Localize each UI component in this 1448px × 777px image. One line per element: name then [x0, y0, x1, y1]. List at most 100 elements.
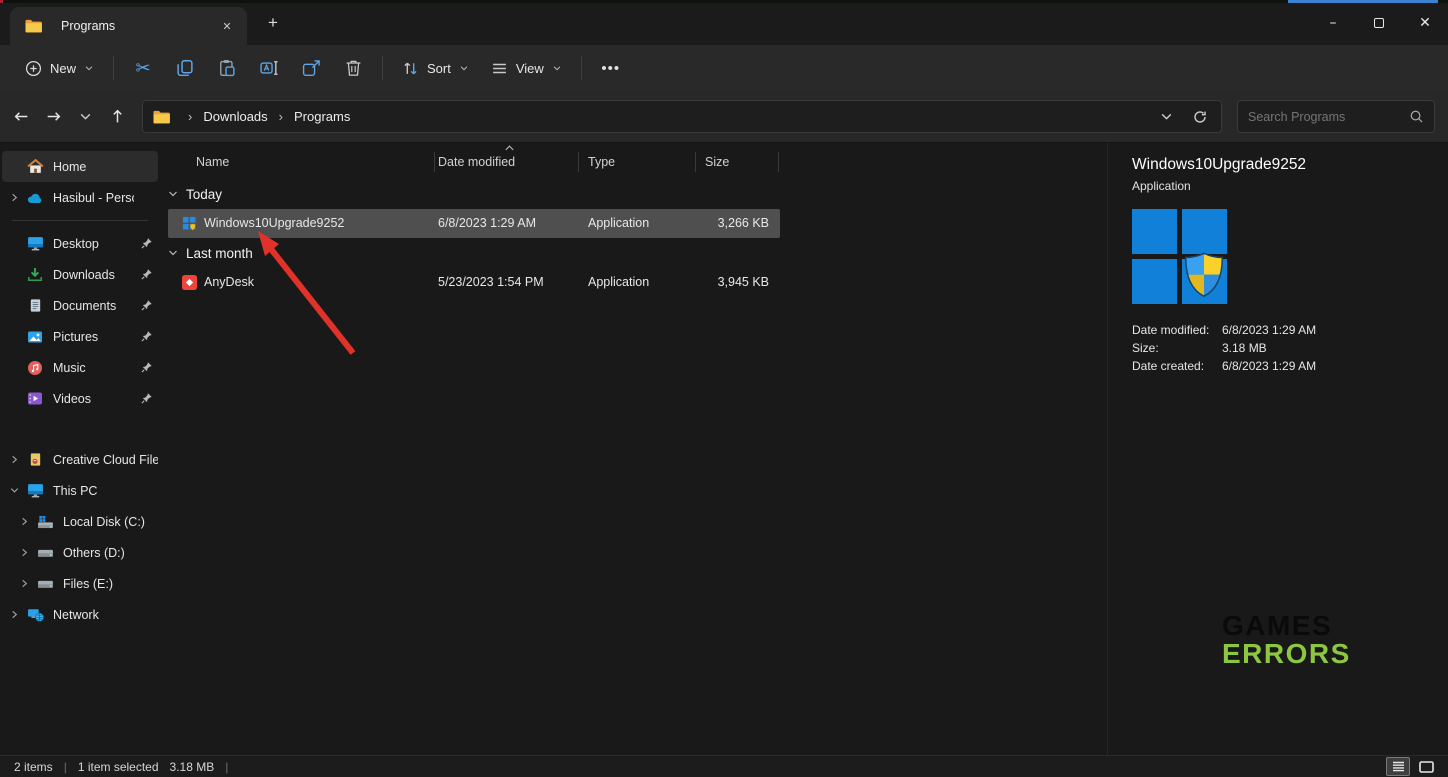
sidebar-item-this-pc[interactable]: This PC	[2, 475, 158, 506]
file-name: AnyDesk	[204, 275, 254, 289]
documents-icon	[26, 298, 44, 313]
chevron-right-icon[interactable]	[12, 578, 36, 589]
sort-button[interactable]: Sort	[391, 51, 480, 85]
field-label: Date modified:	[1132, 321, 1222, 339]
chevron-down-icon	[167, 247, 179, 259]
chevron-down-icon	[84, 63, 94, 73]
breadcrumb-programs[interactable]: Programs	[292, 109, 352, 124]
chevron-right-icon[interactable]	[2, 454, 26, 465]
up-button[interactable]	[102, 101, 133, 132]
toolbar-separator	[581, 56, 582, 80]
sidebar-item-label: Network	[53, 608, 158, 622]
maximize-icon	[1374, 18, 1384, 28]
watermark-line2: ERRORS	[1222, 640, 1351, 668]
up-arrow-icon	[109, 108, 126, 125]
refresh-button[interactable]	[1188, 109, 1212, 125]
breadcrumb-separator: ›	[277, 109, 285, 124]
file-row-anydesk[interactable]: AnyDesk 5/23/2023 1:54 PM Application 3,…	[168, 268, 780, 297]
sidebar-item-onedrive[interactable]: Hasibul - Personal	[2, 182, 158, 213]
chevron-right-icon[interactable]	[12, 516, 36, 527]
chevron-down-icon	[1160, 110, 1173, 123]
breadcrumb-downloads[interactable]: Downloads	[201, 109, 269, 124]
rename-button[interactable]	[248, 51, 290, 85]
tab-programs[interactable]: Programs ✕	[10, 7, 247, 45]
sidebar-item-downloads[interactable]: Downloads	[2, 259, 158, 290]
file-explorer-window: Programs ✕ + – ✕ New ✂	[0, 0, 1448, 777]
sidebar-item-music[interactable]: Music	[2, 352, 158, 383]
cut-button[interactable]: ✂	[122, 51, 164, 85]
maximize-button[interactable]	[1356, 0, 1402, 45]
column-size[interactable]: Size	[705, 155, 729, 169]
column-name[interactable]: Name	[196, 155, 229, 169]
nav-buttons	[6, 101, 133, 132]
status-separator: |	[225, 760, 228, 774]
sidebar-item-label: Downloads	[53, 268, 134, 282]
share-button[interactable]	[290, 51, 332, 85]
sidebar-item-others-d[interactable]: Others (D:)	[2, 537, 158, 568]
tab-close-icon[interactable]: ✕	[215, 14, 239, 38]
file-row-windows10upgrade[interactable]: Windows10Upgrade9252 6/8/2023 1:29 AM Ap…	[168, 209, 780, 238]
creative-cloud-icon	[26, 452, 44, 467]
chevron-right-icon[interactable]	[2, 609, 26, 620]
rename-icon	[260, 59, 279, 77]
pin-icon	[134, 237, 158, 250]
search-input[interactable]	[1248, 110, 1409, 124]
sidebar-item-label: Videos	[53, 392, 134, 406]
chevron-down-icon[interactable]	[2, 485, 26, 496]
details-title: Windows10Upgrade9252	[1132, 156, 1448, 174]
copy-button[interactable]	[164, 51, 206, 85]
pin-icon	[134, 392, 158, 405]
large-icons-view-toggle[interactable]	[1414, 757, 1438, 776]
window-controls: – ✕	[1310, 0, 1448, 45]
sidebar-item-videos[interactable]: Videos	[2, 383, 158, 414]
chevron-right-icon[interactable]	[2, 192, 26, 203]
close-button[interactable]: ✕	[1402, 0, 1448, 45]
onedrive-cloud-icon	[26, 192, 44, 204]
address-bar[interactable]: › Downloads › Programs	[142, 100, 1222, 133]
windows-upgrade-app-icon	[182, 216, 197, 231]
home-icon	[26, 159, 44, 174]
folder-icon	[24, 19, 42, 33]
minimize-button[interactable]: –	[1310, 0, 1356, 45]
search-box[interactable]	[1237, 100, 1435, 133]
sidebar-item-desktop[interactable]: Desktop	[2, 228, 158, 259]
address-dropdown-button[interactable]	[1152, 110, 1181, 123]
column-date-modified[interactable]: Date modified	[438, 155, 515, 169]
delete-button[interactable]	[332, 51, 374, 85]
group-header-last-month[interactable]: Last month	[160, 238, 1107, 268]
top-edge-blue-artifact	[1288, 0, 1438, 3]
share-icon	[302, 59, 321, 77]
view-button[interactable]: View	[480, 51, 573, 85]
network-icon	[26, 607, 44, 622]
chevron-right-icon[interactable]	[12, 547, 36, 558]
sidebar-divider	[12, 220, 148, 221]
file-size: 3,266 KB	[718, 216, 769, 230]
sidebar-item-creative-cloud[interactable]: Creative Cloud Files	[2, 444, 158, 475]
see-more-button[interactable]: •••	[590, 51, 632, 85]
sidebar-item-files-e[interactable]: Files (E:)	[2, 568, 158, 599]
group-header-today[interactable]: Today	[160, 179, 1107, 209]
sidebar-item-documents[interactable]: Documents	[2, 290, 158, 321]
back-button[interactable]	[6, 101, 37, 132]
sidebar-gap	[0, 414, 160, 444]
forward-button[interactable]	[38, 101, 69, 132]
paste-button[interactable]	[206, 51, 248, 85]
sidebar-item-network[interactable]: Network	[2, 599, 158, 630]
column-type[interactable]: Type	[588, 155, 615, 169]
watermark-line1: GAMES	[1222, 612, 1351, 640]
sidebar-item-label: Pictures	[53, 330, 134, 344]
file-date: 6/8/2023 1:29 AM	[438, 216, 536, 230]
selection-count: 1 item selected	[78, 760, 159, 774]
field-value: 6/8/2023 1:29 AM	[1222, 357, 1316, 375]
recent-locations-button[interactable]	[70, 101, 101, 132]
folder-icon	[152, 110, 170, 124]
details-subtitle: Application	[1132, 179, 1448, 193]
new-button[interactable]: New	[14, 51, 105, 85]
file-type: Application	[588, 275, 649, 289]
details-view-toggle[interactable]	[1386, 757, 1410, 776]
downloads-icon	[26, 267, 44, 282]
new-tab-button[interactable]: +	[260, 10, 286, 36]
sidebar-item-local-disk-c[interactable]: Local Disk (C:)	[2, 506, 158, 537]
sidebar-item-pictures[interactable]: Pictures	[2, 321, 158, 352]
sidebar-item-home[interactable]: Home	[2, 151, 158, 182]
